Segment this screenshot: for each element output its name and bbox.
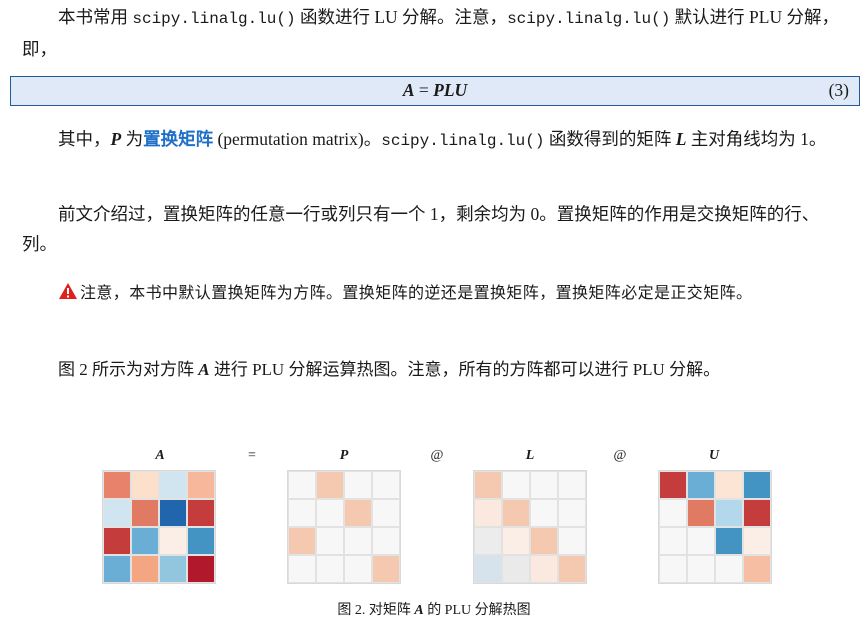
heatmap-cell <box>103 555 131 583</box>
heatmap-cell <box>159 471 187 499</box>
heatmap-cell <box>502 555 530 583</box>
heatmap-cell <box>558 499 586 527</box>
heatmap-cell <box>187 527 215 555</box>
operator-matmul: @ <box>613 448 627 463</box>
heatmap-cell <box>687 471 715 499</box>
heatmap-cell <box>743 527 771 555</box>
heatmap-cell <box>131 527 159 555</box>
heatmap-cell <box>288 527 316 555</box>
heatmap-cell <box>316 555 344 583</box>
matrix-label-a: A <box>155 448 165 463</box>
equation-number: (3) <box>828 80 849 100</box>
heatmap-cell <box>530 471 558 499</box>
heatmap-cell <box>558 555 586 583</box>
heatmap-cell <box>659 555 687 583</box>
heatmap-cell <box>372 499 400 527</box>
matrix-label-p: P <box>339 448 349 463</box>
heatmap-cell <box>159 555 187 583</box>
heatmap-cell <box>502 499 530 527</box>
heatmap-cell <box>316 527 344 555</box>
heatmap-cell <box>530 527 558 555</box>
heatmap-cell <box>715 499 743 527</box>
heatmap-cell <box>316 499 344 527</box>
heatmap-u <box>658 470 772 584</box>
heatmap-cell <box>474 471 502 499</box>
heatmap-cell <box>715 527 743 555</box>
heatmap-cell <box>131 499 159 527</box>
heatmap-cell <box>743 499 771 527</box>
heatmap-cell <box>474 555 502 583</box>
heatmap-cell <box>131 471 159 499</box>
heatmap-l <box>473 470 587 584</box>
heatmap-cell <box>502 527 530 555</box>
permutation-matrix-link[interactable]: 置换矩阵 <box>143 129 213 149</box>
paragraph-permutation-properties: 前文介绍过，置换矩阵的任意一行或列只有一个 1，剩余均为 0。置换矩阵的作用是交… <box>22 204 820 254</box>
paragraph-lu-intro: 本书常用 scipy.linalg.lu() 函数进行 LU 分解。注意，sci… <box>22 7 839 59</box>
matrix-label-u: U <box>708 448 720 463</box>
equation-box: A = PLU (3) <box>10 76 860 106</box>
heatmap-cell <box>687 555 715 583</box>
heatmap-cell <box>187 555 215 583</box>
heatmap-cell <box>502 471 530 499</box>
note-text: 注意，本书中默认置换矩阵为方阵。置换矩阵的逆还是置换矩阵，置换矩阵必定是正交矩阵… <box>80 283 753 302</box>
heatmap-cell <box>687 499 715 527</box>
heatmap-cell <box>344 499 372 527</box>
heatmap-cell <box>530 499 558 527</box>
code-scipy-lu: scipy.linalg.lu() <box>381 132 545 150</box>
heatmap-cell <box>530 555 558 583</box>
paragraph-permutation: 其中，P 为置换矩阵 (permutation matrix)。scipy.li… <box>58 129 827 150</box>
heatmap-cell <box>372 527 400 555</box>
heatmap-p <box>287 470 401 584</box>
heatmap-cell <box>187 471 215 499</box>
heatmap-cell <box>316 471 344 499</box>
operator-matmul: @ <box>430 448 444 463</box>
heatmap-cell <box>687 527 715 555</box>
heatmap-a <box>102 470 216 584</box>
heatmap-cell <box>159 527 187 555</box>
heatmap-cell <box>715 471 743 499</box>
warning-triangle-icon <box>59 283 77 299</box>
heatmap-cell <box>344 527 372 555</box>
heatmap-cell <box>474 527 502 555</box>
matrix-label-l: L <box>525 448 535 463</box>
heatmap-cell <box>131 555 159 583</box>
heatmap-cell <box>659 471 687 499</box>
heatmap-cell <box>558 527 586 555</box>
heatmap-cell <box>103 471 131 499</box>
heatmap-cell <box>659 527 687 555</box>
heatmap-cell <box>187 499 215 527</box>
code-scipy-lu: scipy.linalg.lu() <box>132 10 296 28</box>
note-block: 注意，本书中默认置换矩阵为方阵。置换矩阵的逆还是置换矩阵，置换矩阵必定是正交矩阵… <box>22 278 852 308</box>
heatmap-cell <box>372 471 400 499</box>
heatmap-cell <box>159 499 187 527</box>
code-scipy-lu: scipy.linalg.lu() <box>507 10 671 28</box>
heatmap-cell <box>288 471 316 499</box>
operator-equals: = <box>248 448 256 463</box>
heatmap-cell <box>474 499 502 527</box>
heatmap-cell <box>103 527 131 555</box>
equation-plu: A = PLU <box>402 80 468 100</box>
heatmap-cell <box>372 555 400 583</box>
heatmap-cell <box>344 555 372 583</box>
heatmap-cell <box>558 471 586 499</box>
heatmap-cell <box>288 499 316 527</box>
heatmap-cell <box>743 471 771 499</box>
heatmap-cell <box>288 555 316 583</box>
heatmap-cell <box>103 499 131 527</box>
heatmap-cell <box>344 471 372 499</box>
heatmap-cell <box>743 555 771 583</box>
paragraph-figure-intro: 图 2 所示为对方阵 A 进行 PLU 分解运算热图。注意，所有的方阵都可以进行… <box>58 360 721 379</box>
heatmap-cell <box>659 499 687 527</box>
heatmap-cell <box>715 555 743 583</box>
figure-caption: 图 2. 对矩阵 A 的 PLU 分解热图 <box>337 603 531 618</box>
